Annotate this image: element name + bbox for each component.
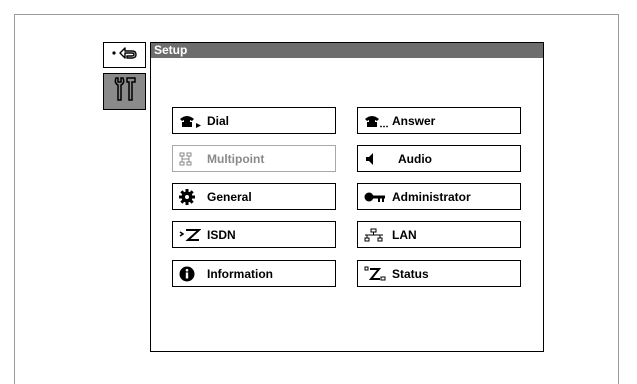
key-icon xyxy=(364,189,388,205)
status-label: Status xyxy=(392,266,429,281)
information-label: Information xyxy=(207,266,273,281)
information-button[interactable]: Information xyxy=(172,260,336,287)
status-button[interactable]: Status xyxy=(357,260,521,287)
administrator-button[interactable]: Administrator xyxy=(357,183,521,210)
setup-tools-button[interactable] xyxy=(103,73,146,110)
back-button[interactable] xyxy=(103,42,146,68)
administrator-label: Administrator xyxy=(392,189,471,204)
lan-label: LAN xyxy=(392,227,417,242)
isdn-label: ISDN xyxy=(207,227,236,242)
info-icon xyxy=(179,266,203,282)
multipoint-button[interactable]: Multipoint xyxy=(172,145,336,172)
answer-button[interactable]: Answer xyxy=(357,107,521,134)
lan-icon xyxy=(364,227,388,243)
phone-answer-icon xyxy=(364,113,388,129)
audio-label: Audio xyxy=(398,151,432,166)
speaker-icon xyxy=(364,151,388,167)
status-icon xyxy=(364,266,388,282)
audio-button[interactable]: Audio xyxy=(357,145,521,172)
lan-button[interactable]: LAN xyxy=(357,221,521,248)
isdn-icon xyxy=(179,227,203,243)
multipoint-label: Multipoint xyxy=(207,151,265,166)
phone-dial-icon xyxy=(179,113,203,129)
multipoint-icon xyxy=(179,151,203,167)
tools-icon xyxy=(112,75,138,108)
general-button[interactable]: General xyxy=(172,183,336,210)
answer-label: Answer xyxy=(392,113,436,128)
panel-title: Setup xyxy=(151,43,543,58)
dial-button[interactable]: Dial xyxy=(172,107,336,134)
dial-label: Dial xyxy=(207,113,230,128)
isdn-button[interactable]: ISDN xyxy=(172,221,336,248)
general-label: General xyxy=(207,189,252,204)
return-arrow-icon xyxy=(110,44,140,67)
gear-icon xyxy=(179,188,203,205)
